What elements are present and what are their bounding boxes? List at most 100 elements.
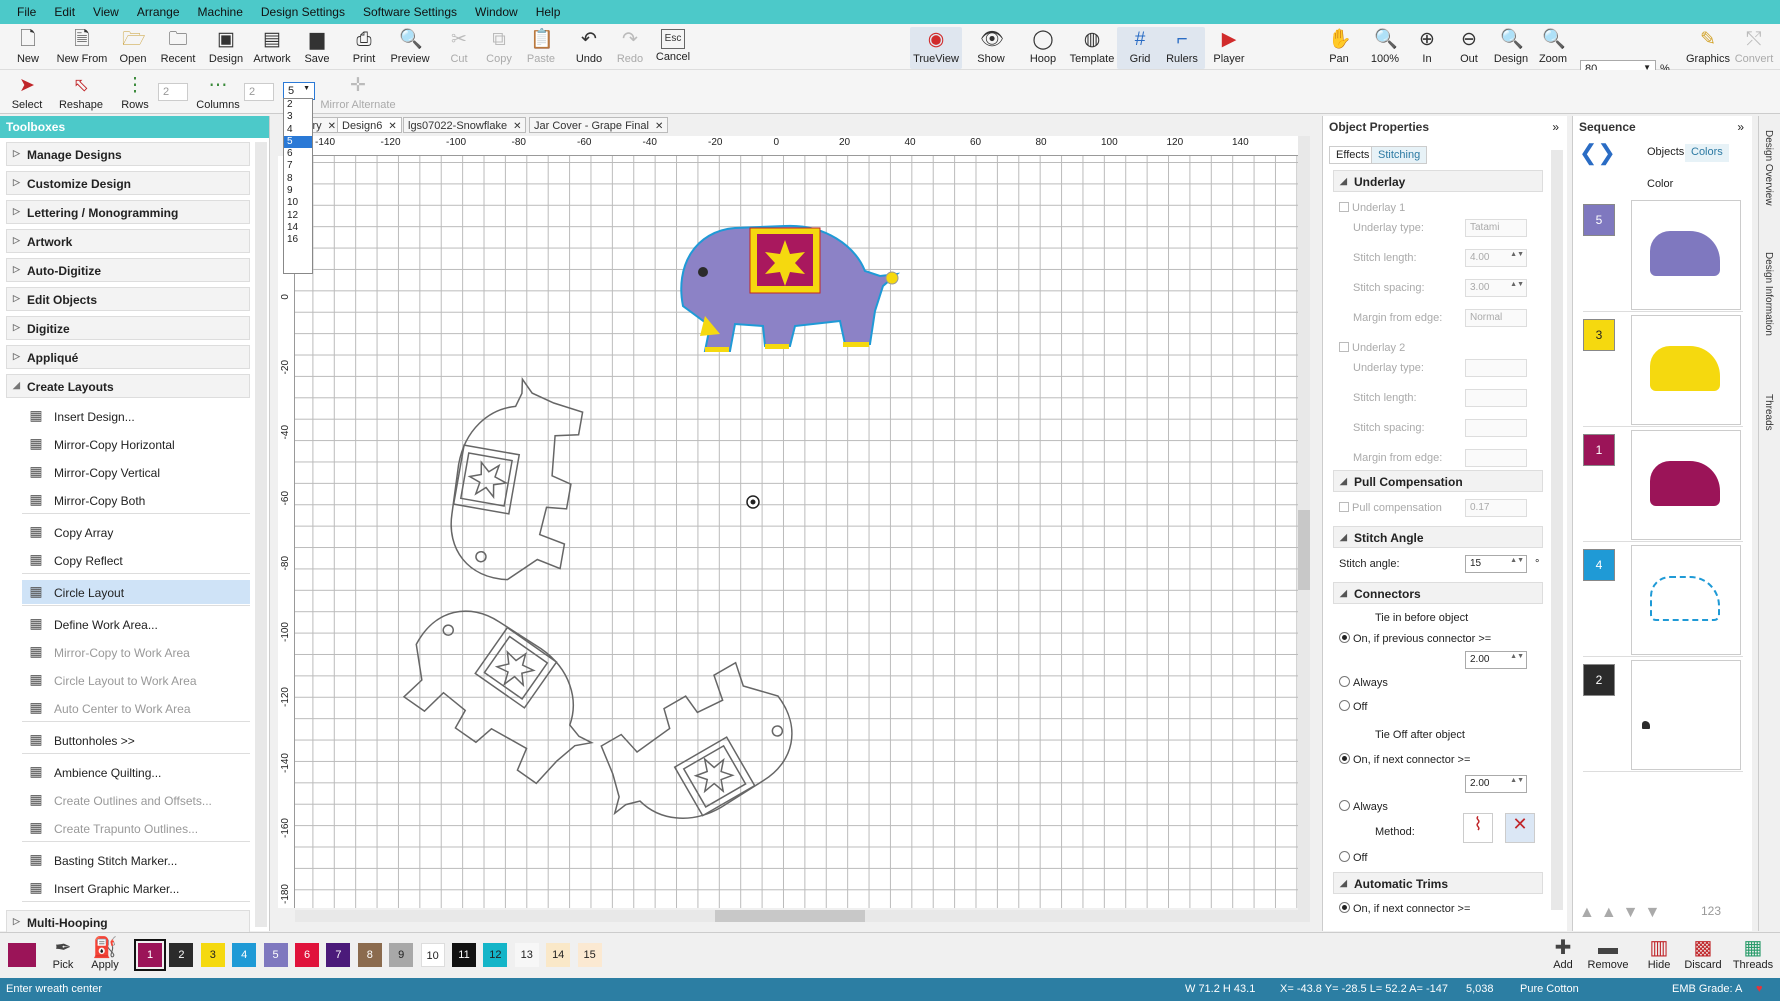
sequence-color-badge[interactable]: 1 <box>1583 434 1615 466</box>
margin-select[interactable]: Normal <box>1465 309 1527 327</box>
menu-machine[interactable]: Machine <box>189 5 252 19</box>
sequence-color-block[interactable]: 2 <box>1583 660 1743 772</box>
pull-compensation-input[interactable]: 0.17 <box>1465 499 1527 517</box>
toolbox-item[interactable]: ▦ Mirror-Copy Vertical <box>22 460 250 484</box>
tie-off-on-radio[interactable]: On, if next connector >= <box>1339 753 1470 766</box>
reshape-button[interactable]: ⬁ Reshape <box>56 73 106 115</box>
design-button[interactable]: ▣ Design <box>203 27 249 69</box>
hoop-button[interactable]: ◯ Hoop <box>1020 27 1066 69</box>
thread-color-swatch[interactable]: 1 <box>134 939 166 971</box>
thread-color-swatch[interactable]: 8 <box>357 943 382 967</box>
dropdown-option[interactable]: 2 <box>284 99 312 111</box>
hide-thread-button[interactable]: ▥ Hide <box>1636 937 1682 971</box>
discard-thread-button[interactable]: ▩ Discard <box>1680 937 1726 971</box>
dropdown-option[interactable]: 16 <box>284 234 312 246</box>
toolbox-item[interactable]: ▦ Copy Reflect <box>22 548 250 572</box>
elephant-outline-copy-2[interactable] <box>387 588 619 800</box>
menu-window[interactable]: Window <box>466 5 527 19</box>
toolbox-item[interactable]: ▦ Insert Graphic Marker... <box>22 876 250 900</box>
dropdown-option[interactable]: 8 <box>284 173 312 185</box>
thread-color-swatch[interactable]: 11 <box>452 943 476 967</box>
dropdown-option[interactable]: 5 <box>284 135 312 149</box>
zoom-100-button[interactable]: 🔍 100% <box>1362 27 1408 69</box>
menu-help[interactable]: Help <box>527 5 570 19</box>
thread-color-swatch[interactable]: 14 <box>546 943 571 967</box>
columns-spinner[interactable]: 2 <box>244 83 274 101</box>
rows-spinner[interactable]: 2 <box>158 83 188 101</box>
current-color-swatch[interactable] <box>8 943 36 967</box>
sequence-color-block[interactable]: 5 <box>1583 200 1743 312</box>
spinner-arrows-icon[interactable]: ▲▼ <box>1510 653 1524 660</box>
connectors-section[interactable]: Connectors <box>1333 582 1543 604</box>
remove-thread-button[interactable]: ▬ Remove <box>1585 937 1631 971</box>
toolbox-section[interactable]: Appliqué <box>6 345 250 369</box>
tab-effects[interactable]: Effects <box>1329 146 1377 164</box>
select-button[interactable]: ➤ Select <box>4 73 50 115</box>
stitch-length-input[interactable]: 4.00 ▲▼ <box>1465 249 1527 267</box>
toolbox-section[interactable]: Artwork <box>6 229 250 253</box>
document-tab[interactable]: Jar Cover - Grape Final ✕ <box>529 117 669 133</box>
tab-colors[interactable]: Colors <box>1685 144 1729 162</box>
spinner-arrows-icon[interactable]: ▲▼ <box>1510 557 1524 564</box>
spinner-arrows-icon[interactable]: ▲▼ <box>1510 251 1524 258</box>
properties-scrollbar[interactable] <box>1551 150 1563 910</box>
tie-in-on-radio[interactable]: On, if previous connector >= <box>1339 632 1491 645</box>
tab-stitching[interactable]: Stitching <box>1371 146 1428 164</box>
wreath-center-marker[interactable] <box>746 495 760 509</box>
thread-color-swatch[interactable]: 4 <box>232 943 257 967</box>
sequence-color-block[interactable]: 4 <box>1583 545 1743 657</box>
document-tab[interactable]: Design6 ✕ <box>337 117 402 133</box>
sequence-color-badge[interactable]: 2 <box>1583 664 1615 696</box>
dropdown-option[interactable]: 14 <box>284 222 312 234</box>
apply-button[interactable]: ⛽ Apply <box>82 937 128 971</box>
toolbox-item[interactable]: ▦ Mirror-Copy Horizontal <box>22 432 250 456</box>
paste-button[interactable]: 📋 Paste <box>518 27 564 69</box>
tie-method-icon[interactable]: ⌇ <box>1463 813 1493 843</box>
redo-button[interactable]: ↷ Redo <box>607 27 653 69</box>
toolbox-item[interactable]: ▦ Ambience Quilting... <box>22 760 250 784</box>
threads-button[interactable]: ▦ Threads <box>1730 937 1776 971</box>
zoom-design-button[interactable]: 🔍 Design <box>1488 27 1534 69</box>
tab-objects[interactable]: Objects <box>1641 144 1691 162</box>
open-button[interactable]: 🗁 Open <box>110 27 156 69</box>
stitch-spacing-input[interactable]: 3.00 ▲▼ <box>1465 279 1527 297</box>
undo-button[interactable]: ↶ Undo <box>566 27 612 69</box>
trueview-button[interactable]: ◉ TrueView <box>910 27 962 69</box>
underlay2-type-select[interactable] <box>1465 359 1527 377</box>
sequence-color-block[interactable]: 3 <box>1583 315 1743 427</box>
menu-edit[interactable]: Edit <box>45 5 84 19</box>
rulers-button[interactable]: ⌐ Rulers <box>1159 27 1205 69</box>
zoom-button[interactable]: 🔍 Zoom <box>1530 27 1576 69</box>
artwork-button[interactable]: ▤ Artwork <box>249 27 295 69</box>
pan-button[interactable]: ✋ Pan <box>1316 27 1362 69</box>
stitch-angle-input[interactable]: 15 ▲▼ <box>1465 555 1527 573</box>
toolbox-item[interactable]: ▦ Create Outlines and Offsets... <box>22 788 250 812</box>
underlay2-checkbox[interactable]: Underlay 2 <box>1339 342 1405 354</box>
document-tab[interactable]: lgs07022-Snowflake ✕ <box>403 117 527 133</box>
player-button[interactable]: ▶ Player <box>1206 27 1252 69</box>
tab-design-overview[interactable]: Design Overview <box>1763 130 1774 206</box>
toolbox-item[interactable]: ▦ Circle Layout to Work Area <box>22 668 250 692</box>
underlay2-margin-select[interactable] <box>1465 449 1527 467</box>
automatic-trims-section[interactable]: Automatic Trims <box>1333 872 1543 894</box>
sequence-move-arrows-icon[interactable]: ▲▲▼▼ <box>1579 904 1666 922</box>
toolbox-section[interactable]: Lettering / Monogramming <box>6 200 250 224</box>
elephant-outline-copy-3[interactable] <box>580 652 813 855</box>
underlay1-checkbox[interactable]: Underlay 1 <box>1339 202 1405 214</box>
toolbox-item[interactable]: ▦ Create Trapunto Outlines... <box>22 816 250 840</box>
sequence-thumbnail[interactable] <box>1631 200 1741 310</box>
thread-color-swatch[interactable]: 3 <box>200 943 225 967</box>
sequence-color-badge[interactable]: 5 <box>1583 204 1615 236</box>
stitch-angle-section[interactable]: Stitch Angle <box>1333 526 1543 548</box>
convert-button[interactable]: ⤲ Convert <box>1730 27 1778 69</box>
toolbox-section[interactable]: Manage Designs <box>6 142 250 166</box>
trims-on-radio[interactable]: On, if next connector >= <box>1339 902 1470 915</box>
spinner-arrows-icon[interactable]: ▲▼ <box>1510 281 1524 288</box>
menu-design-settings[interactable]: Design Settings <box>252 5 354 19</box>
underlay2-spacing-input[interactable] <box>1465 419 1527 437</box>
toolbox-section-create-layouts[interactable]: Create Layouts <box>6 374 250 398</box>
dropdown-option[interactable]: 10 <box>284 197 312 209</box>
sequence-thumbnail[interactable] <box>1631 660 1741 770</box>
tie-off-off-radio[interactable]: Off <box>1339 851 1367 864</box>
graphics-button[interactable]: ✎ Graphics <box>1683 27 1733 69</box>
